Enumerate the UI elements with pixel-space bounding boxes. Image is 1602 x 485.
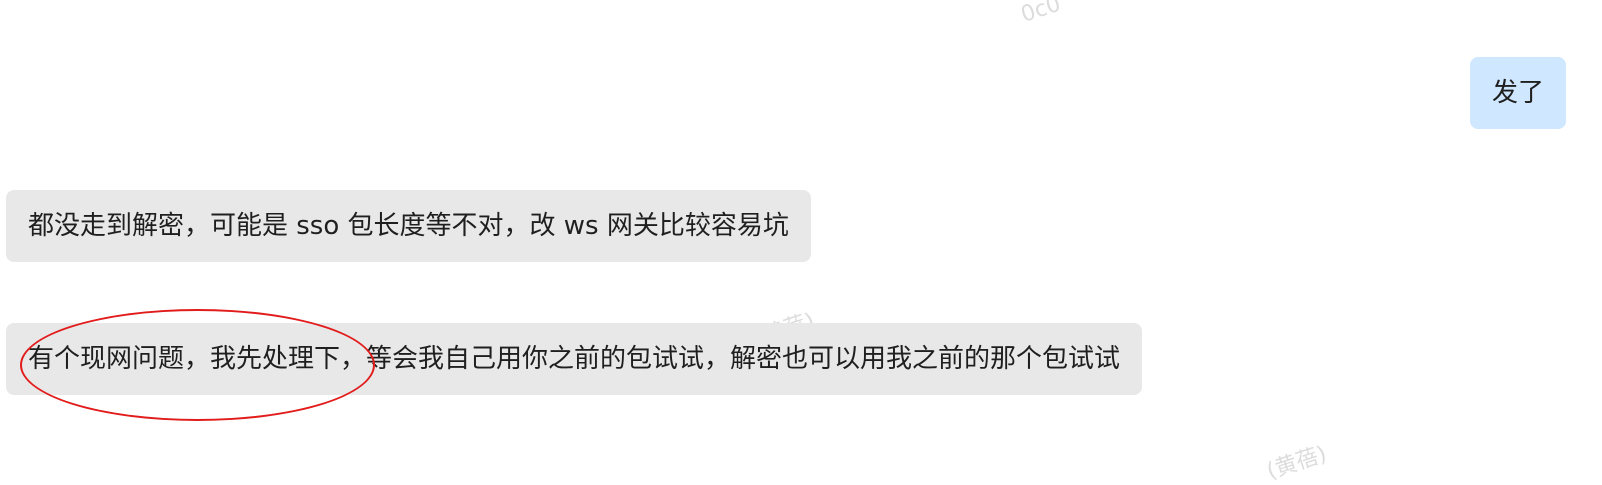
incoming-message-bubble[interactable]: 都没走到解密，可能是 sso 包长度等不对，改 ws 网关比较容易坑 <box>6 190 811 262</box>
outgoing-message-bubble[interactable]: 发了 <box>1469 57 1566 129</box>
message-text: 都没走到解密，可能是 sso 包长度等不对，改 ws 网关比较容易坑 <box>28 211 789 241</box>
message-text: 发了 <box>1491 78 1544 108</box>
incoming-message-bubble[interactable]: 有个现网问题，我先处理下，等会我自己用你之前的包试试，解密也可以用我之前的那个包… <box>6 323 1143 395</box>
message-text: 有个现网问题，我先处理下，等会我自己用你之前的包试试，解密也可以用我之前的那个包… <box>28 344 1121 374</box>
watermark-text: 0c0 <box>1018 0 1064 28</box>
watermark-text: (黄蓓) <box>1263 441 1330 485</box>
